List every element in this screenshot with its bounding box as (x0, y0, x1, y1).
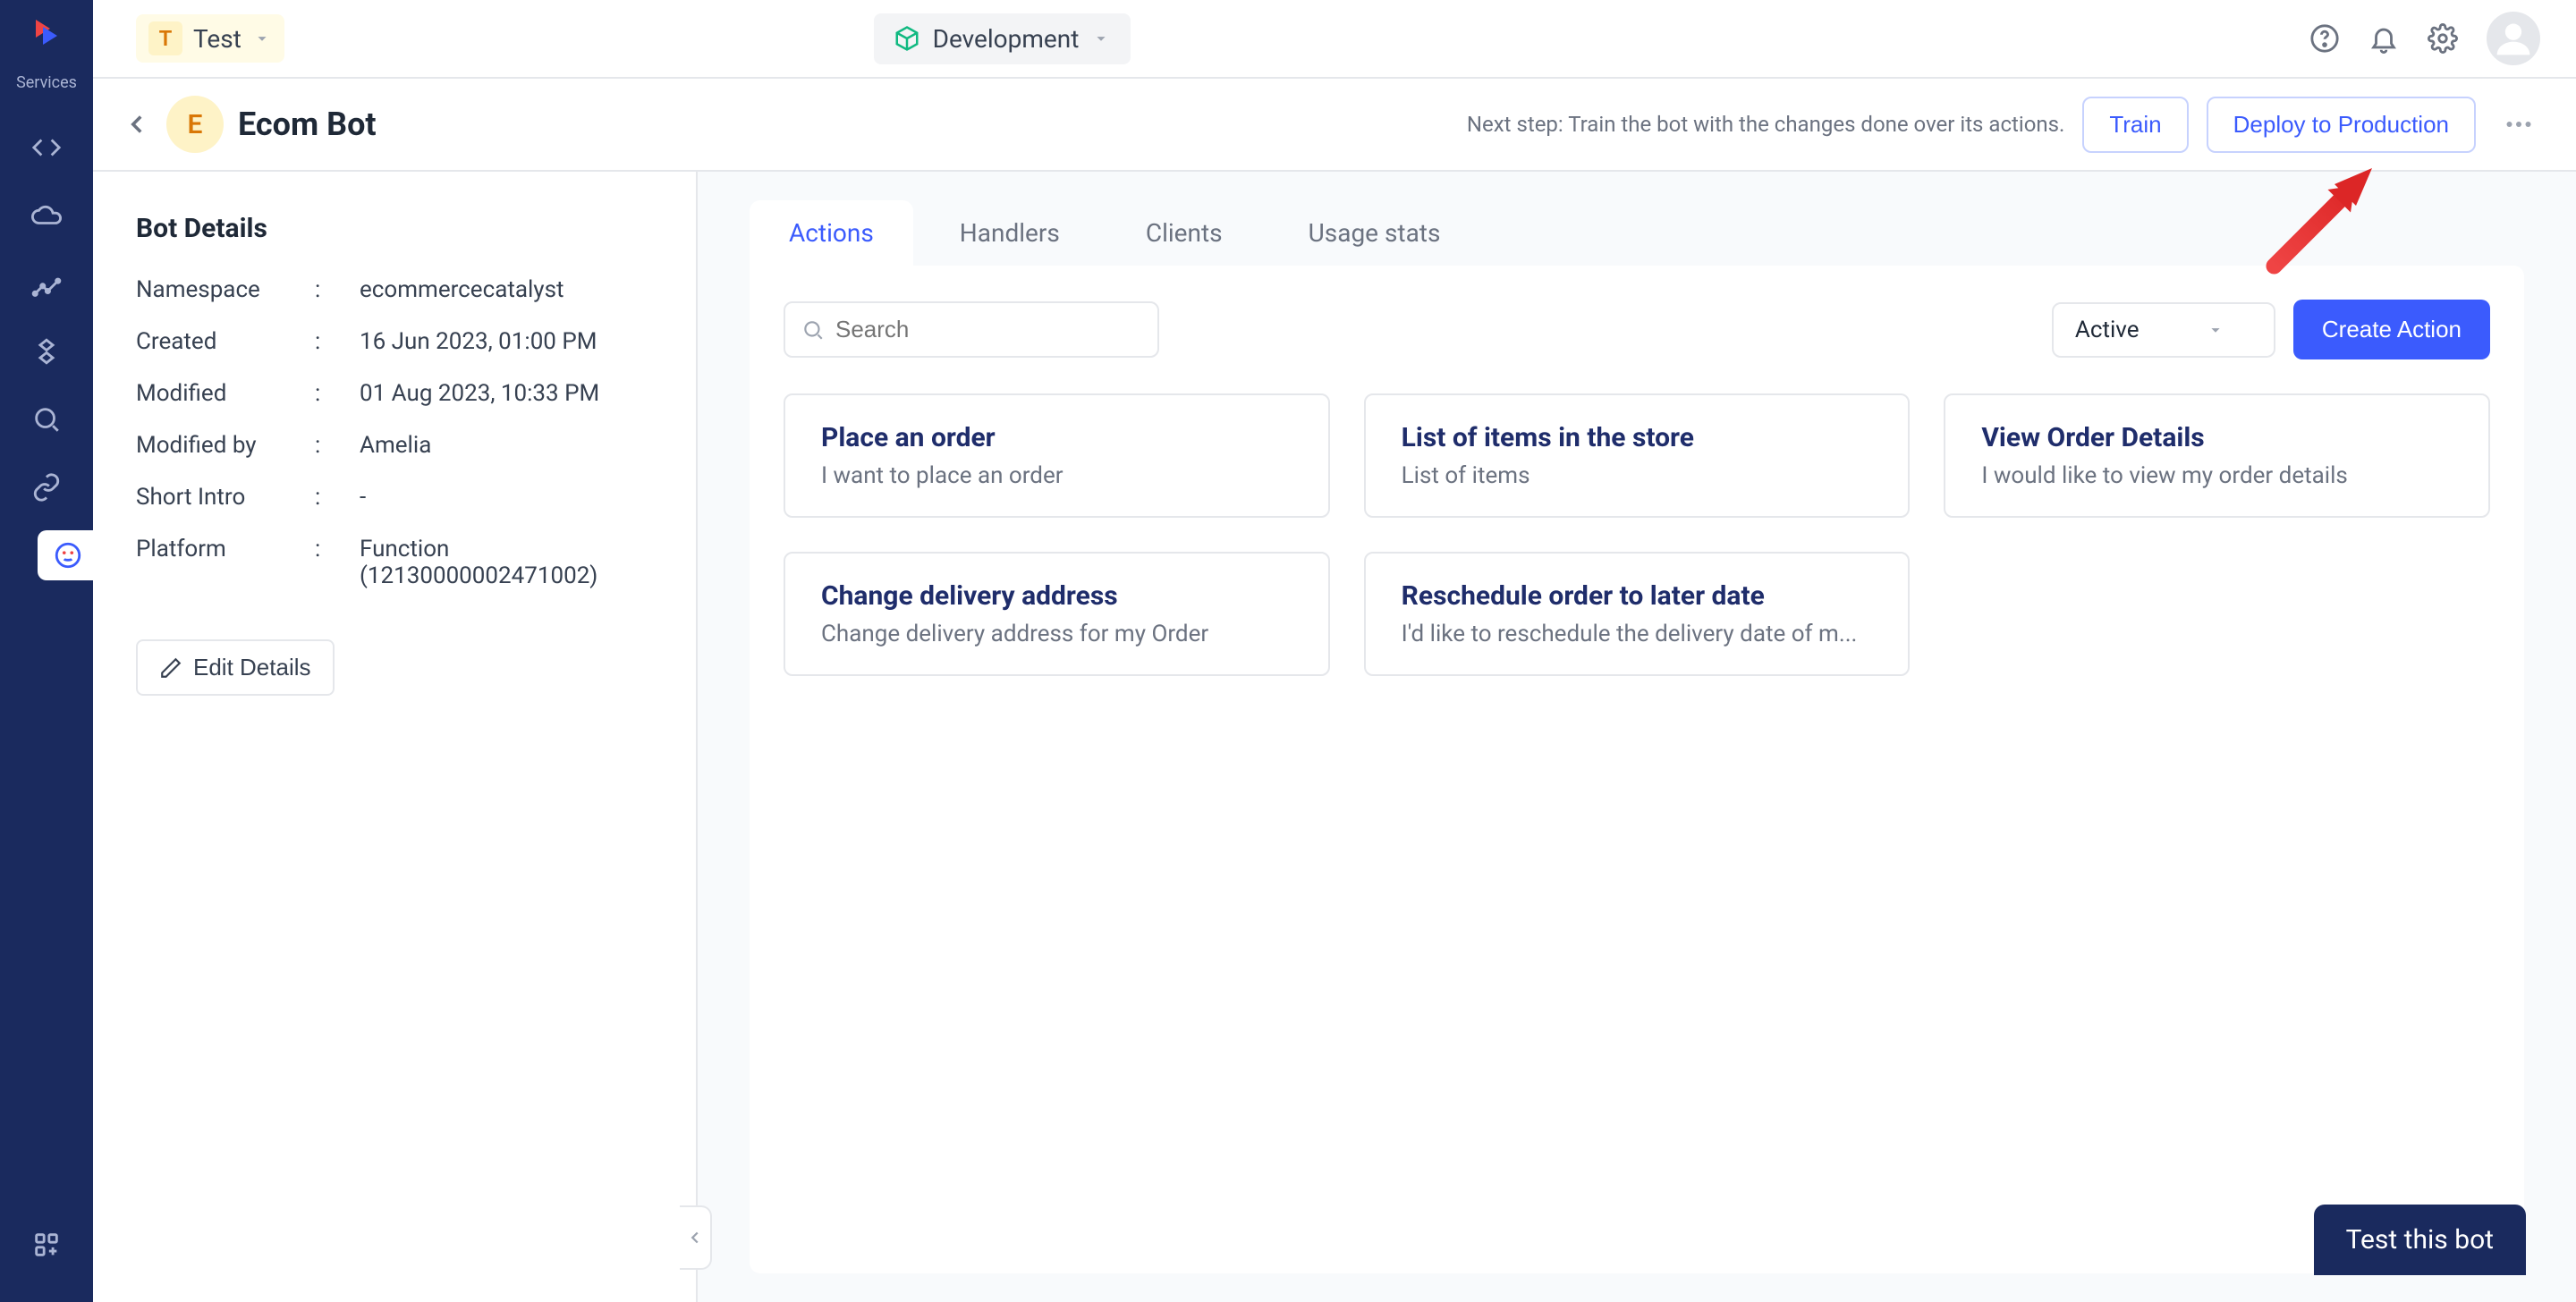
next-step-text: Next step: Train the bot with the change… (1467, 112, 2064, 137)
action-title: Place an order (821, 422, 1292, 453)
action-title: View Order Details (1981, 422, 2453, 453)
org-selector[interactable]: T Test (136, 14, 284, 63)
page-title: Ecom Bot (238, 106, 377, 143)
detail-value: 01 Aug 2023, 10:33 PM (360, 380, 653, 407)
tabs: ActionsHandlersClientsUsage stats (750, 200, 2524, 266)
detail-label: Modified by (136, 432, 315, 459)
help-icon[interactable] (2309, 23, 2340, 54)
action-desc: List of items (1402, 462, 1873, 489)
bell-icon[interactable] (2368, 23, 2399, 54)
action-card[interactable]: View Order Details I would like to view m… (1944, 393, 2490, 518)
detail-row: Created:16 Jun 2023, 01:00 PM (136, 328, 653, 355)
cube-icon (894, 25, 920, 52)
detail-row: Modified by:Amelia (136, 432, 653, 459)
detail-value: Function (12130000002471002) (360, 536, 653, 589)
detail-label: Namespace (136, 276, 315, 303)
chevron-down-icon (2206, 320, 2225, 340)
gear-icon[interactable] (2428, 23, 2458, 54)
test-bot-button[interactable]: Test this bot (2314, 1205, 2526, 1275)
nav-item-search[interactable] (21, 394, 72, 444)
detail-value: Amelia (360, 432, 653, 459)
more-menu[interactable] (2494, 99, 2544, 149)
org-avatar: T (148, 21, 182, 55)
detail-label: Platform (136, 536, 315, 589)
detail-row: Modified:01 Aug 2023, 10:33 PM (136, 380, 653, 407)
details-heading: Bot Details (136, 213, 653, 244)
detail-value: 16 Jun 2023, 01:00 PM (360, 328, 653, 355)
environment-selector[interactable]: Development (874, 13, 1131, 64)
status-filter[interactable]: Active (2052, 302, 2275, 358)
detail-label: Modified (136, 380, 315, 407)
create-action-button[interactable]: Create Action (2293, 300, 2490, 359)
action-title: List of items in the store (1402, 422, 1873, 453)
nav-item-integrations[interactable] (21, 326, 72, 376)
edit-details-button[interactable]: Edit Details (136, 639, 335, 696)
bot-avatar: E (166, 96, 224, 153)
chevron-down-icon (252, 29, 272, 48)
search-input[interactable] (835, 316, 1141, 343)
nav-item-code[interactable] (21, 123, 72, 173)
nav-item-bot[interactable] (43, 530, 93, 580)
action-desc: I want to place an order (821, 462, 1292, 489)
org-name: Test (193, 24, 242, 54)
detail-row: Platform:Function (12130000002471002) (136, 536, 653, 589)
brand-logo (25, 14, 68, 57)
action-card[interactable]: Place an order I want to place an order (784, 393, 1330, 518)
search-input-wrapper[interactable] (784, 301, 1159, 358)
action-card[interactable]: List of items in the store List of items (1364, 393, 1911, 518)
bot-details-panel: Bot Details Namespace:ecommercecatalyst C… (93, 172, 698, 1302)
train-button[interactable]: Train (2082, 97, 2188, 153)
chevron-down-icon (1091, 29, 1111, 48)
detail-value: ecommercecatalyst (360, 276, 653, 303)
user-avatar[interactable] (2487, 12, 2540, 65)
edit-label: Edit Details (193, 654, 311, 681)
detail-value: - (360, 484, 653, 511)
tab-usage-stats[interactable]: Usage stats (1269, 200, 1480, 266)
action-card[interactable]: Reschedule order to later date I'd like t… (1364, 552, 1911, 676)
action-title: Change delivery address (821, 580, 1292, 612)
page-header: E Ecom Bot Next step: Train the bot with… (93, 79, 2576, 172)
tab-clients[interactable]: Clients (1106, 200, 1262, 266)
filter-value: Active (2075, 317, 2140, 343)
pencil-icon (159, 656, 182, 680)
services-label: Services (16, 73, 77, 92)
nav-item-apps[interactable] (21, 1220, 72, 1270)
action-desc: I would like to view my order details (1981, 462, 2453, 489)
detail-label: Created (136, 328, 315, 355)
nav-item-link[interactable] (21, 462, 72, 512)
deploy-button[interactable]: Deploy to Production (2207, 97, 2476, 153)
nav-item-cloud[interactable] (21, 190, 72, 241)
tab-handlers[interactable]: Handlers (920, 200, 1099, 266)
search-icon (801, 318, 825, 342)
detail-row: Short Intro:- (136, 484, 653, 511)
action-card[interactable]: Change delivery address Change delivery a… (784, 552, 1330, 676)
top-bar: T Test Development (93, 0, 2576, 79)
action-desc: I'd like to reschedule the delivery date… (1402, 621, 1873, 647)
detail-label: Short Intro (136, 484, 315, 511)
environment-label: Development (933, 24, 1080, 54)
left-navigation: Services (0, 0, 93, 1302)
nav-item-analytics[interactable] (21, 258, 72, 309)
action-desc: Change delivery address for my Order (821, 621, 1292, 647)
action-title: Reschedule order to later date (1402, 580, 1873, 612)
back-button[interactable] (114, 102, 159, 147)
tab-actions[interactable]: Actions (750, 200, 913, 266)
detail-row: Namespace:ecommercecatalyst (136, 276, 653, 303)
